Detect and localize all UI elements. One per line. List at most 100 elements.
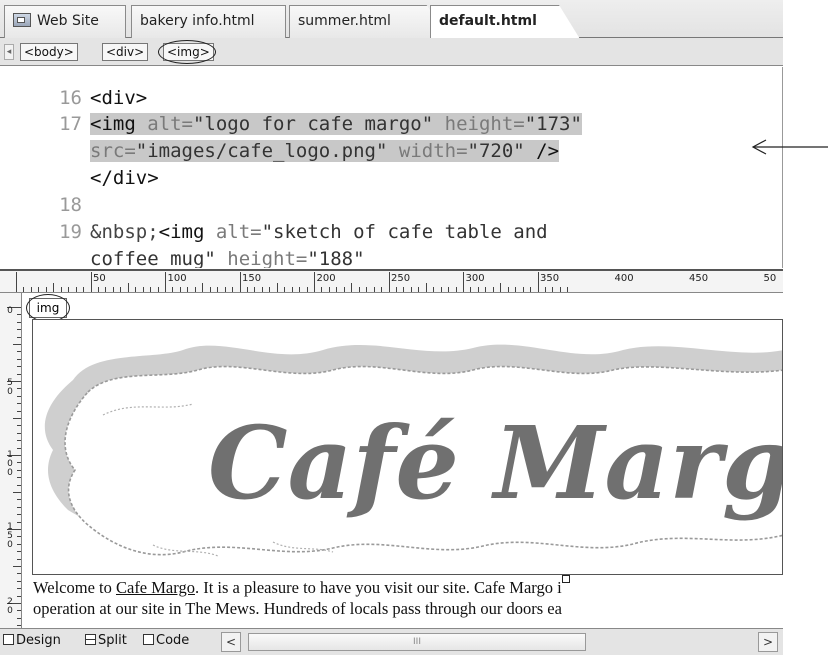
design-label: Design [16, 633, 61, 648]
ruler-tick [38, 287, 40, 292]
code-view[interactable]: 16 <div> 17 <img alt="logo for cafe marg… [0, 67, 783, 268]
code-token: src= [90, 140, 136, 162]
ruler-label: 350 [540, 273, 560, 284]
tab-label: summer.html [298, 13, 391, 29]
view-switch-bar: Design Split Code < III > [0, 628, 783, 655]
design-view-button[interactable]: Design [3, 633, 61, 648]
ruler-tick [544, 287, 546, 292]
code-line: &nbsp;<img alt="sketch of cafe table and [90, 221, 548, 243]
ruler-tick [477, 287, 479, 292]
tag-body-button[interactable]: <body> [20, 43, 78, 61]
ruler-tick [17, 514, 21, 516]
ruler-tick [17, 484, 21, 486]
ruler-tick [16, 272, 17, 292]
ruler-label: 0 [7, 306, 13, 316]
ruler-tick [142, 287, 144, 292]
ruler-tick [17, 447, 21, 449]
ruler-tick [17, 329, 21, 331]
tab-label: default.html [439, 13, 537, 29]
tag-scroll-left-icon[interactable]: ◂ [4, 44, 14, 60]
ruler-tick [425, 283, 427, 292]
ruler-tick [239, 272, 241, 292]
cafe-logo-image[interactable]: Café Marg [32, 319, 783, 575]
ruler-tick [157, 287, 159, 292]
code-token: <img [90, 113, 136, 135]
ruler-label: 50 [763, 273, 777, 284]
ruler-tick [17, 558, 21, 560]
line-number: 19 [59, 221, 82, 243]
ruler-tick [530, 287, 532, 292]
site-icon [13, 13, 31, 27]
ruler-tick [23, 287, 25, 292]
ruler-tick [537, 272, 539, 292]
ruler-tick [306, 287, 308, 292]
ruler-tick [217, 287, 219, 292]
ruler-tick [17, 588, 21, 590]
ruler-tick [291, 287, 293, 292]
cafe-margo-link[interactable]: Cafe Margo [116, 578, 195, 597]
code-view-button[interactable]: Code [143, 633, 189, 648]
scroll-right-button[interactable]: > [758, 632, 778, 652]
tab-default[interactable]: default.html [430, 5, 580, 39]
ruler-tick [17, 580, 21, 582]
tab-bakery-info[interactable]: bakery info.html [131, 5, 286, 38]
ruler-label: 100 [167, 273, 187, 284]
tag-div-button[interactable]: <div> [102, 43, 149, 61]
ruler-tick [179, 287, 181, 292]
ruler-tick [17, 351, 21, 353]
ruler-tick [135, 287, 137, 292]
welcome-paragraph[interactable]: Welcome to Cafe Margo. It is a pleasure … [33, 577, 783, 619]
ruler-tick [17, 551, 21, 553]
ruler-tick [485, 287, 487, 292]
ruler-tick [17, 573, 21, 575]
ruler-tick [83, 287, 85, 292]
tab-web-site[interactable]: Web Site [4, 5, 126, 38]
ruler-tick [381, 287, 383, 292]
tab-label: Web Site [37, 13, 99, 29]
ruler-tick [17, 595, 21, 597]
code-line-selected: src="images/cafe_logo.png" width="720" /… [90, 140, 560, 162]
ruler-tick [165, 272, 166, 292]
ruler-tick [13, 344, 21, 345]
ruler-label: 250 [391, 273, 411, 284]
code-token: "720" [467, 140, 525, 162]
ruler-tick [336, 287, 338, 292]
ruler-tick [120, 287, 122, 292]
document-tab-bar: Web Site bakery info.html summer.html de… [0, 0, 783, 39]
ruler-tick [17, 617, 21, 619]
split-view-icon [85, 634, 96, 645]
ruler-tick [187, 287, 189, 292]
ruler-tick [455, 287, 457, 292]
welcome-line-2: operation at our site in The Mews. Hundr… [33, 599, 562, 618]
ruler-tick [433, 287, 435, 292]
ruler-tick [440, 287, 442, 292]
ruler-label: 450 [689, 273, 709, 284]
code-token: &nbsp; [90, 221, 159, 243]
ruler-tick [224, 287, 226, 292]
code-view-icon [143, 634, 154, 645]
tab-summer[interactable]: summer.html [289, 5, 449, 38]
ruler-tick [90, 272, 92, 292]
horizontal-scrollbar-thumb[interactable]: III [248, 633, 586, 651]
ruler-tick [470, 287, 472, 292]
design-view[interactable]: img Café Marg Welcome to Cafe Margo. It … [23, 294, 783, 628]
ruler-tick [17, 462, 21, 464]
code-token: "sketch of cafe table and [261, 221, 548, 243]
ruler-tick [13, 566, 21, 567]
ruler-label: 150 [242, 273, 262, 284]
scroll-left-button[interactable]: < [221, 632, 241, 652]
ruler-tick [17, 425, 21, 427]
ruler-tick [17, 358, 21, 360]
ruler-label: 1 0 0 [7, 450, 13, 478]
code-token: <img [158, 221, 205, 243]
ruler-tick [567, 287, 569, 292]
ruler-tick [68, 287, 70, 292]
ruler-tick [500, 283, 502, 292]
ruler-tick [17, 469, 21, 471]
ruler-tick [261, 287, 263, 292]
ruler-tick [276, 283, 278, 292]
ruler-tick [17, 543, 21, 545]
ruler-tick [172, 287, 174, 292]
ruler-tick [492, 287, 494, 292]
split-view-button[interactable]: Split [85, 633, 127, 648]
